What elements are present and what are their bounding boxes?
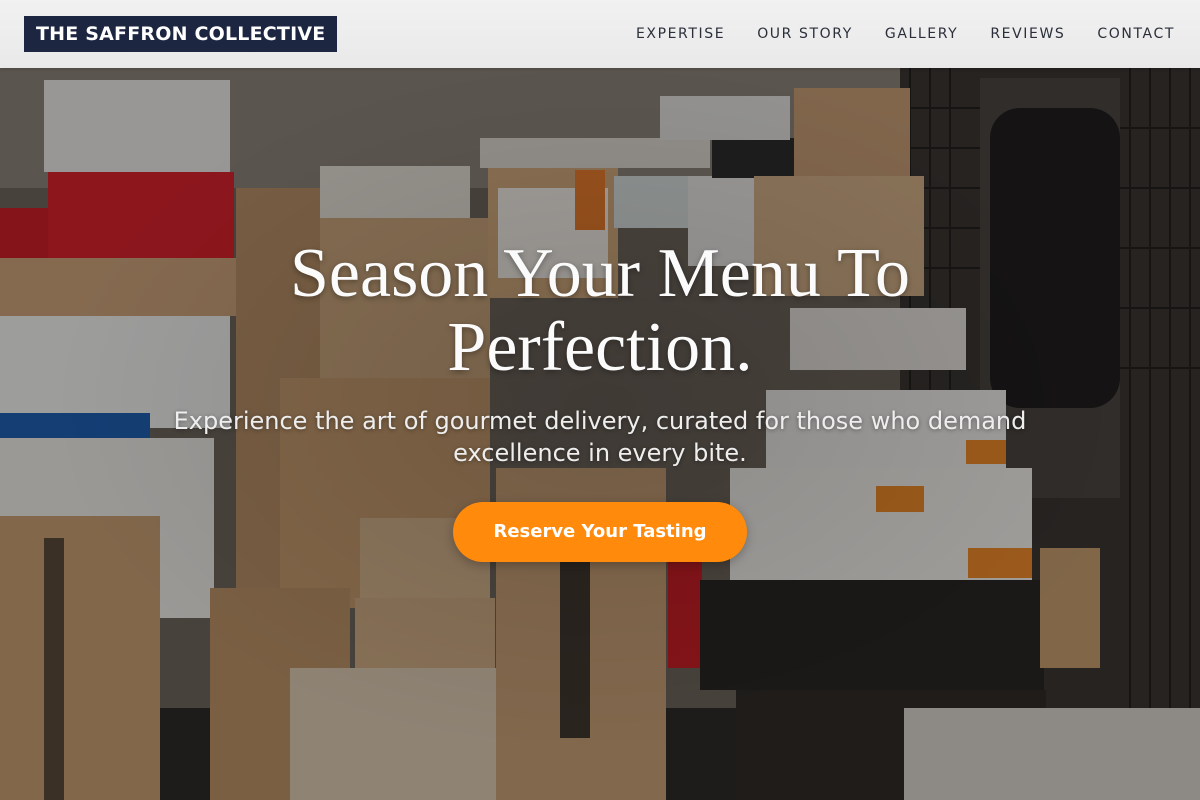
nav-link-gallery[interactable]: GALLERY xyxy=(885,26,958,42)
nav-link-expertise[interactable]: EXPERTISE xyxy=(636,26,725,42)
hero-headline: Season Your Menu To Perfection. xyxy=(200,236,1000,384)
hero-subtitle: Experience the art of gourmet delivery, … xyxy=(160,405,1040,469)
hero-headline-line-2: Perfection. xyxy=(447,309,753,386)
site-header: THE SAFFRON COLLECTIVE EXPERTISE OUR STO… xyxy=(0,0,1200,68)
brand-logo[interactable]: THE SAFFRON COLLECTIVE xyxy=(24,16,338,52)
main-nav: EXPERTISE OUR STORY GALLERY REVIEWS CONT… xyxy=(636,0,1175,68)
hero-subtitle-line-1: Experience the art of gourmet delivery, … xyxy=(173,407,1027,435)
hero-headline-line-1: Season Your Menu To xyxy=(290,235,910,312)
nav-link-contact[interactable]: CONTACT xyxy=(1097,26,1175,42)
reserve-tasting-button[interactable]: Reserve Your Tasting xyxy=(453,502,747,562)
nav-link-reviews[interactable]: REVIEWS xyxy=(990,26,1065,42)
hero-subtitle-line-2: excellence in every bite. xyxy=(453,439,747,467)
hero-section: Season Your Menu To Perfection. Experien… xyxy=(0,68,1200,800)
nav-link-our-story[interactable]: OUR STORY xyxy=(757,26,853,42)
